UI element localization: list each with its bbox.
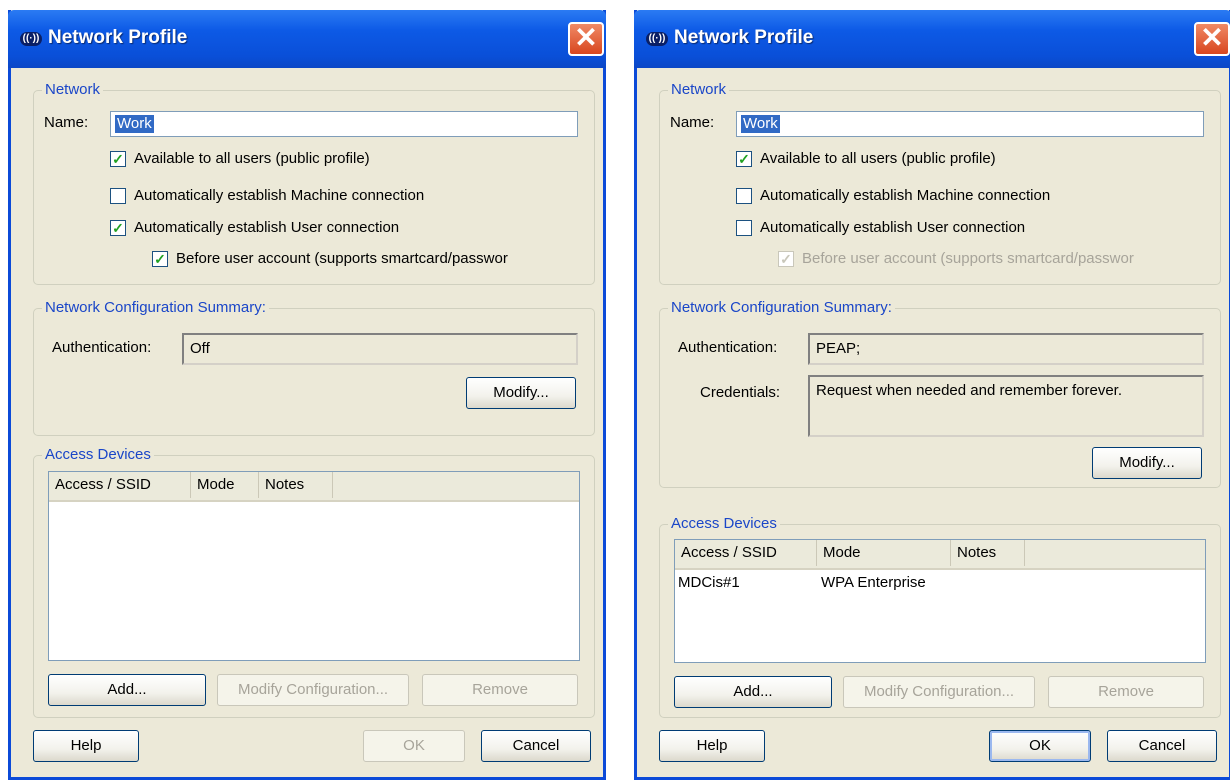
network-group: Network Name: Work ✓ Available to all us… <box>33 81 595 285</box>
access-devices-list[interactable]: Access / SSID Mode Notes <box>48 471 580 661</box>
dialog-title: Network Profile <box>48 27 188 48</box>
network-legend: Network <box>668 81 730 98</box>
modify-button[interactable]: Modify... <box>466 377 576 409</box>
authentication-label: Authentication: <box>52 339 152 356</box>
name-input[interactable]: Work <box>736 111 1204 137</box>
network-config-summary-group: Network Configuration Summary: Authentic… <box>659 299 1221 488</box>
checkbox-box: ✓ <box>110 151 126 167</box>
list-header: Access / SSID Mode Notes <box>675 540 1205 570</box>
remove-button[interactable]: Remove <box>422 674 578 706</box>
checkbox-box: ✓ <box>152 251 168 267</box>
checkbox-label: Automatically establish User connection <box>760 219 1026 236</box>
checkbox-label: Automatically establish Machine connecti… <box>760 187 1051 204</box>
network-config-summary-group: Network Configuration Summary: Authentic… <box>33 299 595 436</box>
access-devices-legend: Access Devices <box>42 446 154 463</box>
authentication-value: PEAP; <box>808 333 1204 365</box>
checkbox-label: Available to all users (public profile) <box>760 150 996 167</box>
network-profile-dialog-right: ((·)) Network Profile ✕ Network Name: Wo… <box>634 10 1230 780</box>
close-button[interactable]: ✕ <box>568 22 604 56</box>
ok-button[interactable]: OK <box>989 730 1091 762</box>
list-header: Access / SSID Mode Notes <box>49 472 579 502</box>
authentication-value: Off <box>182 333 578 365</box>
checkbox-label: Before user account (supports smartcard/… <box>176 250 508 267</box>
column-mode[interactable]: Mode <box>817 540 951 566</box>
summary-legend: Network Configuration Summary: <box>42 299 269 316</box>
access-devices-list[interactable]: Access / SSID Mode Notes MDCis#1 WPA Ent… <box>674 539 1206 663</box>
cell-mode: WPA Enterprise <box>821 574 926 591</box>
network-profile-dialog-left: ((·)) Network Profile ✕ Network Name: Wo… <box>8 10 606 780</box>
cancel-button[interactable]: Cancel <box>481 730 591 762</box>
column-access-ssid[interactable]: Access / SSID <box>675 540 817 566</box>
column-mode[interactable]: Mode <box>191 472 259 498</box>
column-access-ssid[interactable]: Access / SSID <box>49 472 191 498</box>
app-icon: ((·)) <box>646 32 668 46</box>
checkbox-box: ✓ <box>778 251 794 267</box>
column-notes[interactable]: Notes <box>951 540 1025 566</box>
checkbox-label: Before user account (supports smartcard/… <box>802 250 1134 267</box>
checkbox-label: Automatically establish User connection <box>134 219 400 236</box>
credentials-value: Request when needed and remember forever… <box>808 375 1204 437</box>
help-button[interactable]: Help <box>659 730 765 762</box>
add-button[interactable]: Add... <box>674 676 832 708</box>
network-group: Network Name: Work ✓ Available to all us… <box>659 81 1221 285</box>
close-button[interactable]: ✕ <box>1194 22 1230 56</box>
add-button[interactable]: Add... <box>48 674 206 706</box>
access-devices-group: Access Devices Access / SSID Mode Notes … <box>659 515 1221 718</box>
name-input[interactable]: Work <box>110 111 578 137</box>
checkbox-label: Available to all users (public profile) <box>134 150 370 167</box>
name-input-value: Work <box>741 115 780 133</box>
ok-button[interactable]: OK <box>363 730 465 762</box>
access-devices-legend: Access Devices <box>668 515 780 532</box>
network-legend: Network <box>42 81 104 98</box>
access-devices-group: Access Devices Access / SSID Mode Notes … <box>33 446 595 718</box>
modify-button[interactable]: Modify... <box>1092 447 1202 479</box>
modify-configuration-button[interactable]: Modify Configuration... <box>843 676 1035 708</box>
dialog-title: Network Profile <box>674 27 814 48</box>
checkbox-box <box>110 188 126 204</box>
checkbox-box: ✓ <box>736 151 752 167</box>
name-label: Name: <box>670 114 715 131</box>
modify-configuration-button[interactable]: Modify Configuration... <box>217 674 409 706</box>
summary-legend: Network Configuration Summary: <box>668 299 895 316</box>
authentication-label: Authentication: <box>678 339 778 356</box>
name-label: Name: <box>44 114 89 131</box>
remove-button[interactable]: Remove <box>1048 676 1204 708</box>
checkbox-label: Automatically establish Machine connecti… <box>134 187 425 204</box>
list-item[interactable]: MDCis#1 WPA Enterprise <box>675 572 1205 594</box>
column-notes[interactable]: Notes <box>259 472 333 498</box>
cancel-button[interactable]: Cancel <box>1107 730 1217 762</box>
help-button[interactable]: Help <box>33 730 139 762</box>
cell-ssid: MDCis#1 <box>678 574 740 591</box>
checkbox-box <box>736 188 752 204</box>
checkbox-box: ✓ <box>110 220 126 236</box>
credentials-label: Credentials: <box>700 384 781 401</box>
title-bar: ((·)) Network Profile ✕ <box>634 10 1230 68</box>
name-input-value: Work <box>115 115 154 133</box>
checkbox-box <box>736 220 752 236</box>
app-icon: ((·)) <box>20 32 42 46</box>
title-bar: ((·)) Network Profile ✕ <box>8 10 606 68</box>
